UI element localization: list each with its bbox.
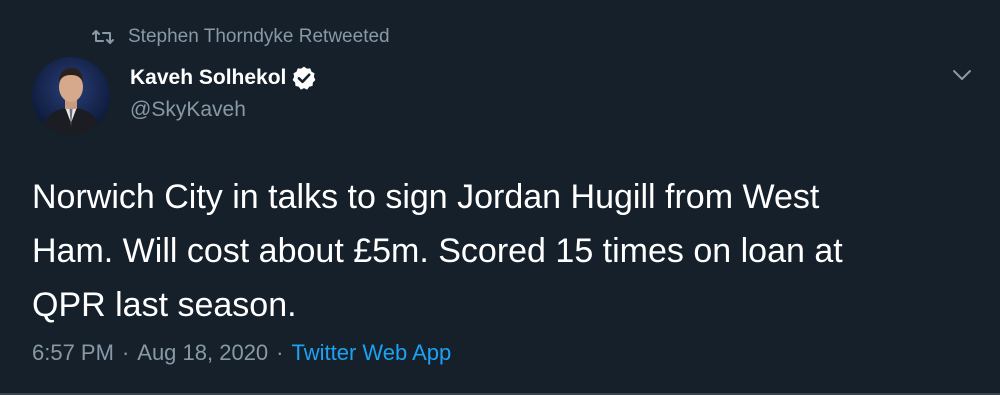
avatar[interactable] [32, 57, 110, 135]
retweet-label: Stephen Thorndyke Retweeted [128, 26, 390, 47]
meta-separator: · [276, 340, 284, 365]
display-name[interactable]: Kaveh Solhekol [130, 66, 286, 90]
verified-badge-icon [291, 65, 317, 91]
tweet-meta: 6:57 PM · Aug 18, 2020 · Twitter Web App [32, 338, 451, 368]
tweet-container: Stephen Thorndyke Retweeted Kaveh Solhek… [0, 0, 1000, 395]
tweet-date[interactable]: Aug 18, 2020 [137, 340, 268, 366]
retweet-context[interactable]: Stephen Thorndyke Retweeted [92, 24, 390, 50]
tweet-text-line: QPR last season. [32, 286, 297, 324]
author-handle[interactable]: @SkyKaveh [130, 98, 246, 122]
tweet-time[interactable]: 6:57 PM [32, 340, 114, 366]
tweet-source-link[interactable]: Twitter Web App [292, 340, 452, 366]
tweet-text-line: Ham. Will cost about £5m. Scored 15 time… [32, 232, 843, 270]
author-name-row[interactable]: Kaveh Solhekol [130, 64, 317, 92]
tweet-text-line: Norwich City in talks to sign Jordan Hug… [32, 178, 820, 216]
chevron-down-icon[interactable] [948, 64, 976, 86]
meta-separator: · [121, 340, 130, 365]
retweet-icon [92, 28, 114, 46]
tweet-text: Norwich City in talks to sign Jordan Hug… [32, 170, 962, 332]
